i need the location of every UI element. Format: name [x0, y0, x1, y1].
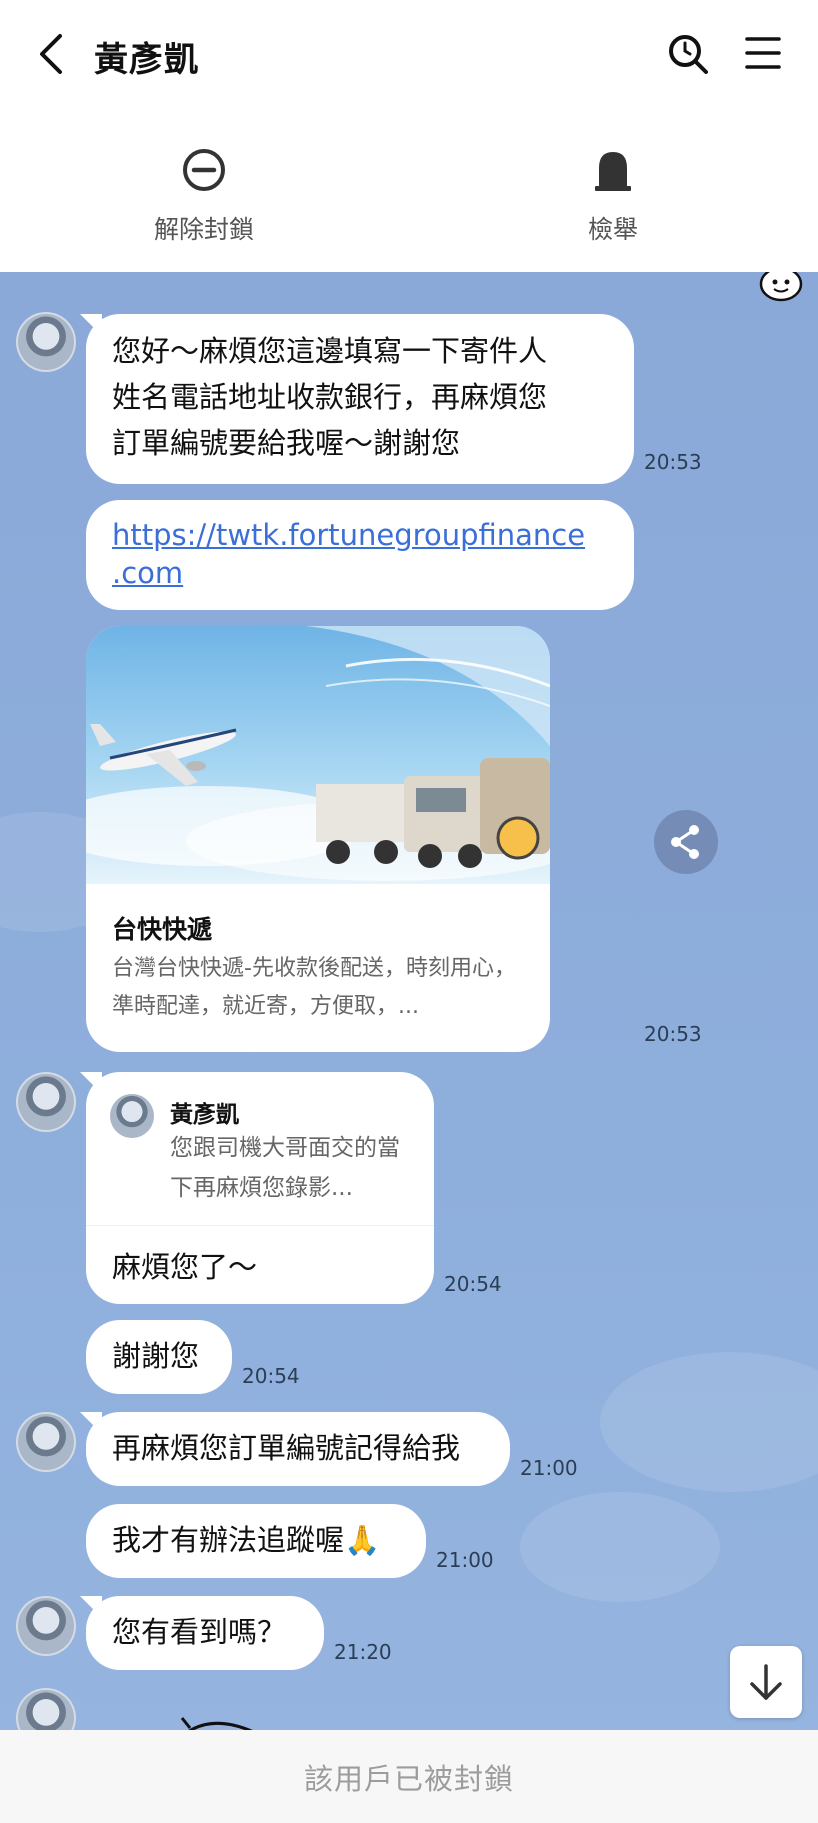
scroll-to-bottom-button[interactable]	[730, 1646, 802, 1718]
unblock-label: 解除封鎖	[153, 215, 254, 244]
message-bubble[interactable]: https://twtk.fortunegroupfinance .com	[86, 500, 634, 610]
message-time: 20:53	[644, 450, 702, 474]
avatar[interactable]	[16, 312, 76, 372]
menu-button[interactable]	[744, 34, 782, 72]
avatar[interactable]	[16, 1688, 76, 1730]
avatar[interactable]	[16, 1412, 76, 1472]
message-text: 您好～麻煩您這邊填寫一下寄件人	[112, 334, 548, 368]
message-bubble[interactable]: 您好～麻煩您這邊填寫一下寄件人 姓名電話地址收款銀行，再麻煩您 訂單編號要給我喔…	[86, 314, 634, 484]
report-button[interactable]: 檢舉	[513, 146, 713, 246]
search-button[interactable]	[664, 30, 712, 78]
message-time: 20:54	[444, 1272, 502, 1296]
chat-header: 黃彥凱	[0, 0, 818, 110]
chat-title: 黃彥凱	[94, 40, 199, 80]
search-icon	[669, 35, 708, 74]
chevron-left-icon	[40, 34, 62, 74]
message-bubble[interactable]: 我才有辦法追蹤喔🙏	[86, 1504, 426, 1578]
message-text: 麻煩您了～	[112, 1250, 258, 1284]
blocked-footer: 該用戶已被封鎖	[0, 1730, 818, 1823]
message-time: 21:20	[334, 1640, 392, 1664]
avatar[interactable]	[16, 1596, 76, 1656]
report-icon	[595, 152, 631, 191]
chat-area[interactable]: 您好～麻煩您這邊填寫一下寄件人 姓名電話地址收款銀行，再麻煩您 訂單編號要給我喔…	[0, 272, 818, 1730]
preview-illustration	[86, 626, 550, 881]
message-bubble[interactable]: 再麻煩您訂單編號記得給我	[86, 1412, 510, 1486]
back-button[interactable]	[34, 30, 70, 78]
message-link[interactable]: https://twtk.fortunegroupfinance	[112, 516, 608, 554]
quoted-avatar	[110, 1094, 154, 1138]
background-cloud	[600, 1352, 818, 1492]
arrow-down-icon	[750, 1664, 782, 1700]
message-bubble[interactable]: 您有看到嗎？	[86, 1596, 324, 1670]
message-text: 再麻煩您訂單編號記得給我	[112, 1431, 461, 1465]
message-bubble[interactable]: 謝謝您	[86, 1320, 232, 1394]
avatar[interactable]	[16, 1072, 76, 1132]
quoted-message[interactable]: 黃彥凱 您跟司機大哥面交的當下再麻煩您錄影...	[86, 1072, 434, 1226]
reply-message-bubble[interactable]: 黃彥凱 您跟司機大哥面交的當下再麻煩您錄影... 麻煩您了～	[86, 1072, 434, 1304]
message-text: 姓名電話地址收款銀行，再麻煩您	[112, 380, 548, 414]
quoted-text: 您跟司機大哥面交的當下再麻煩您錄影...	[170, 1135, 400, 1201]
preview-image	[86, 626, 550, 884]
message-text: 我才有辦法追蹤喔🙏	[112, 1523, 381, 1557]
blocked-notice: 該用戶已被封鎖	[303, 1762, 514, 1796]
link-preview-card[interactable]: 台快快遞 台灣台快快遞-先收款後配送，時刻用心，準時配達，就近寄，方便取，...	[86, 626, 550, 1052]
message-time: 21:00	[436, 1548, 494, 1572]
message-text: 訂單編號要給我喔～謝謝您	[112, 426, 461, 460]
message-text: 謝謝您	[112, 1339, 200, 1373]
background-cloud	[520, 1492, 720, 1602]
card-title: 台快快遞	[112, 915, 213, 944]
unblock-button[interactable]: 解除封鎖	[104, 146, 304, 246]
message-time: 20:53	[644, 1022, 702, 1046]
unblock-icon	[183, 149, 225, 191]
sticker-fragment	[180, 1717, 253, 1730]
sticker-fragment	[759, 272, 803, 302]
report-label: 檢舉	[587, 215, 638, 244]
message-time: 21:00	[520, 1456, 578, 1480]
card-description: 台灣台快快遞-先收款後配送，時刻用心，準時配達，就近寄，方便取，...	[112, 956, 516, 1019]
share-icon	[671, 825, 699, 859]
blocked-actions-bar: 解除封鎖 檢舉	[0, 110, 818, 272]
airplane	[90, 724, 237, 786]
message-link[interactable]: .com	[112, 554, 608, 592]
share-button[interactable]	[654, 810, 718, 874]
message-text: 您有看到嗎？	[112, 1615, 287, 1649]
menu-icon	[745, 37, 781, 69]
message-time: 20:54	[242, 1364, 300, 1388]
